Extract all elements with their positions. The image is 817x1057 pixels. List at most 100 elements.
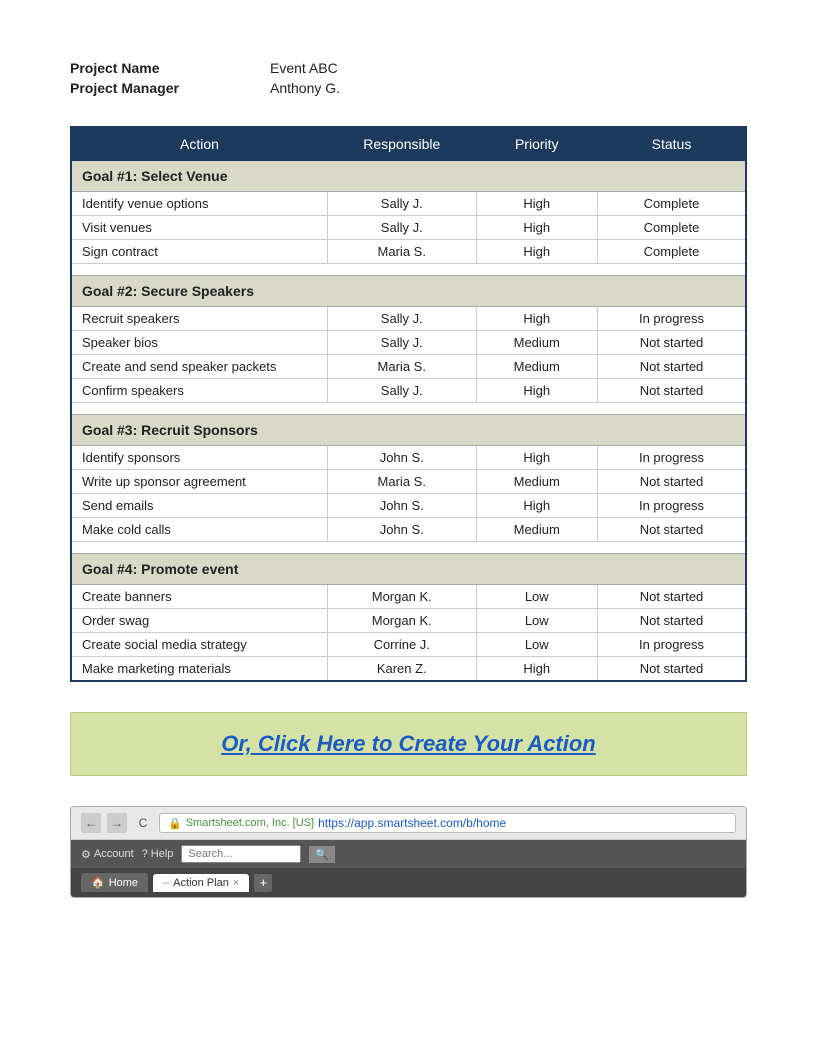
table-row: Confirm speakers Sally J. High Not start…	[71, 379, 746, 403]
spacer-row	[71, 264, 746, 276]
goal-row-2: Goal #2: Secure Speakers	[71, 276, 746, 307]
status-cell: Complete	[598, 192, 747, 216]
action-cell: Make marketing materials	[71, 657, 328, 682]
table-row: Create and send speaker packets Maria S.…	[71, 355, 746, 379]
table-row: Identify sponsors John S. High In progre…	[71, 446, 746, 470]
responsible-cell: Maria S.	[328, 470, 477, 494]
table-row: Create social media strategy Corrine J. …	[71, 633, 746, 657]
project-manager-label: Project Manager	[70, 80, 270, 96]
account-button[interactable]: ⚙ Account	[81, 848, 134, 861]
status-cell: Not started	[598, 470, 747, 494]
back-button[interactable]: ←	[81, 813, 101, 833]
browser-toolbar: ⚙ Account ? Help 🔍	[71, 840, 746, 868]
priority-cell: High	[476, 216, 598, 240]
priority-cell: High	[476, 192, 598, 216]
priority-cell: Low	[476, 609, 598, 633]
ssl-icon: 🔒	[168, 817, 182, 830]
status-cell: In progress	[598, 307, 747, 331]
browser-tabs: 🏠 Home – Action Plan × +	[71, 868, 746, 897]
cta-section[interactable]: Or, Click Here to Create Your Action	[70, 712, 747, 776]
status-cell: Not started	[598, 657, 747, 682]
action-cell: Send emails	[71, 494, 328, 518]
responsible-cell: Sally J.	[328, 379, 477, 403]
action-cell: Sign contract	[71, 240, 328, 264]
status-cell: In progress	[598, 633, 747, 657]
ssl-label: Smartsheet.com, Inc. [US]	[186, 817, 314, 829]
spacer-row	[71, 542, 746, 554]
action-cell: Identify venue options	[71, 192, 328, 216]
goal-title: Goal #2: Secure Speakers	[71, 276, 746, 307]
responsible-cell: John S.	[328, 494, 477, 518]
action-cell: Create banners	[71, 585, 328, 609]
table-row: Order swag Morgan K. Low Not started	[71, 609, 746, 633]
responsible-cell: Corrine J.	[328, 633, 477, 657]
refresh-button[interactable]: C	[133, 813, 153, 833]
goal-title: Goal #1: Select Venue	[71, 161, 746, 192]
project-name-row: Project Name Event ABC	[70, 60, 747, 76]
header-status: Status	[598, 127, 747, 161]
header-responsible: Responsible	[328, 127, 477, 161]
table-row: Visit venues Sally J. High Complete	[71, 216, 746, 240]
priority-cell: Medium	[476, 470, 598, 494]
responsible-cell: Morgan K.	[328, 609, 477, 633]
table-row: Make cold calls John S. Medium Not start…	[71, 518, 746, 542]
project-manager-row: Project Manager Anthony G.	[70, 80, 747, 96]
project-manager-value: Anthony G.	[270, 80, 340, 96]
cta-link[interactable]: Or, Click Here to Create Your Action	[221, 731, 596, 756]
search-input[interactable]	[181, 845, 301, 863]
project-info: Project Name Event ABC Project Manager A…	[70, 60, 747, 96]
account-label: Account	[94, 848, 134, 860]
status-cell: In progress	[598, 494, 747, 518]
responsible-cell: Morgan K.	[328, 585, 477, 609]
home-tab[interactable]: 🏠 Home	[81, 873, 148, 892]
status-cell: Complete	[598, 240, 747, 264]
priority-cell: High	[476, 307, 598, 331]
priority-cell: Low	[476, 585, 598, 609]
search-button[interactable]: 🔍	[309, 846, 335, 863]
action-cell: Visit venues	[71, 216, 328, 240]
responsible-cell: John S.	[328, 446, 477, 470]
new-tab-button[interactable]: +	[254, 874, 272, 892]
tab-close-icon[interactable]: ×	[233, 877, 239, 889]
home-tab-label: Home	[109, 877, 138, 889]
action-cell: Create social media strategy	[71, 633, 328, 657]
action-cell: Identify sponsors	[71, 446, 328, 470]
goal-row-3: Goal #3: Recruit Sponsors	[71, 415, 746, 446]
help-label: ? Help	[142, 848, 174, 860]
priority-cell: High	[476, 379, 598, 403]
action-cell: Recruit speakers	[71, 307, 328, 331]
spacer-row	[71, 403, 746, 415]
status-cell: Complete	[598, 216, 747, 240]
priority-cell: Medium	[476, 518, 598, 542]
table-row: Send emails John S. High In progress	[71, 494, 746, 518]
project-name-value: Event ABC	[270, 60, 338, 76]
responsible-cell: Maria S.	[328, 240, 477, 264]
priority-cell: High	[476, 446, 598, 470]
priority-cell: Medium	[476, 331, 598, 355]
forward-button[interactable]: →	[107, 813, 127, 833]
action-cell: Speaker bios	[71, 331, 328, 355]
url-text: https://app.smartsheet.com/b/home	[318, 816, 506, 830]
goal-title: Goal #3: Recruit Sponsors	[71, 415, 746, 446]
status-cell: Not started	[598, 585, 747, 609]
header-action: Action	[71, 127, 328, 161]
table-header-row: Action Responsible Priority Status	[71, 127, 746, 161]
action-table: Action Responsible Priority Status Goal …	[70, 126, 747, 682]
responsible-cell: Sally J.	[328, 192, 477, 216]
priority-cell: High	[476, 657, 598, 682]
help-button[interactable]: ? Help	[142, 848, 174, 860]
url-bar[interactable]: 🔒 Smartsheet.com, Inc. [US] https://app.…	[159, 813, 736, 833]
goal-row-4: Goal #4: Promote event	[71, 554, 746, 585]
responsible-cell: Sally J.	[328, 307, 477, 331]
action-cell: Create and send speaker packets	[71, 355, 328, 379]
action-plan-tab[interactable]: – Action Plan ×	[153, 874, 249, 892]
home-icon: 🏠	[91, 876, 105, 889]
responsible-cell: Sally J.	[328, 331, 477, 355]
priority-cell: Low	[476, 633, 598, 657]
priority-cell: Medium	[476, 355, 598, 379]
responsible-cell: Maria S.	[328, 355, 477, 379]
status-cell: Not started	[598, 355, 747, 379]
header-priority: Priority	[476, 127, 598, 161]
action-cell: Confirm speakers	[71, 379, 328, 403]
project-name-label: Project Name	[70, 60, 270, 76]
